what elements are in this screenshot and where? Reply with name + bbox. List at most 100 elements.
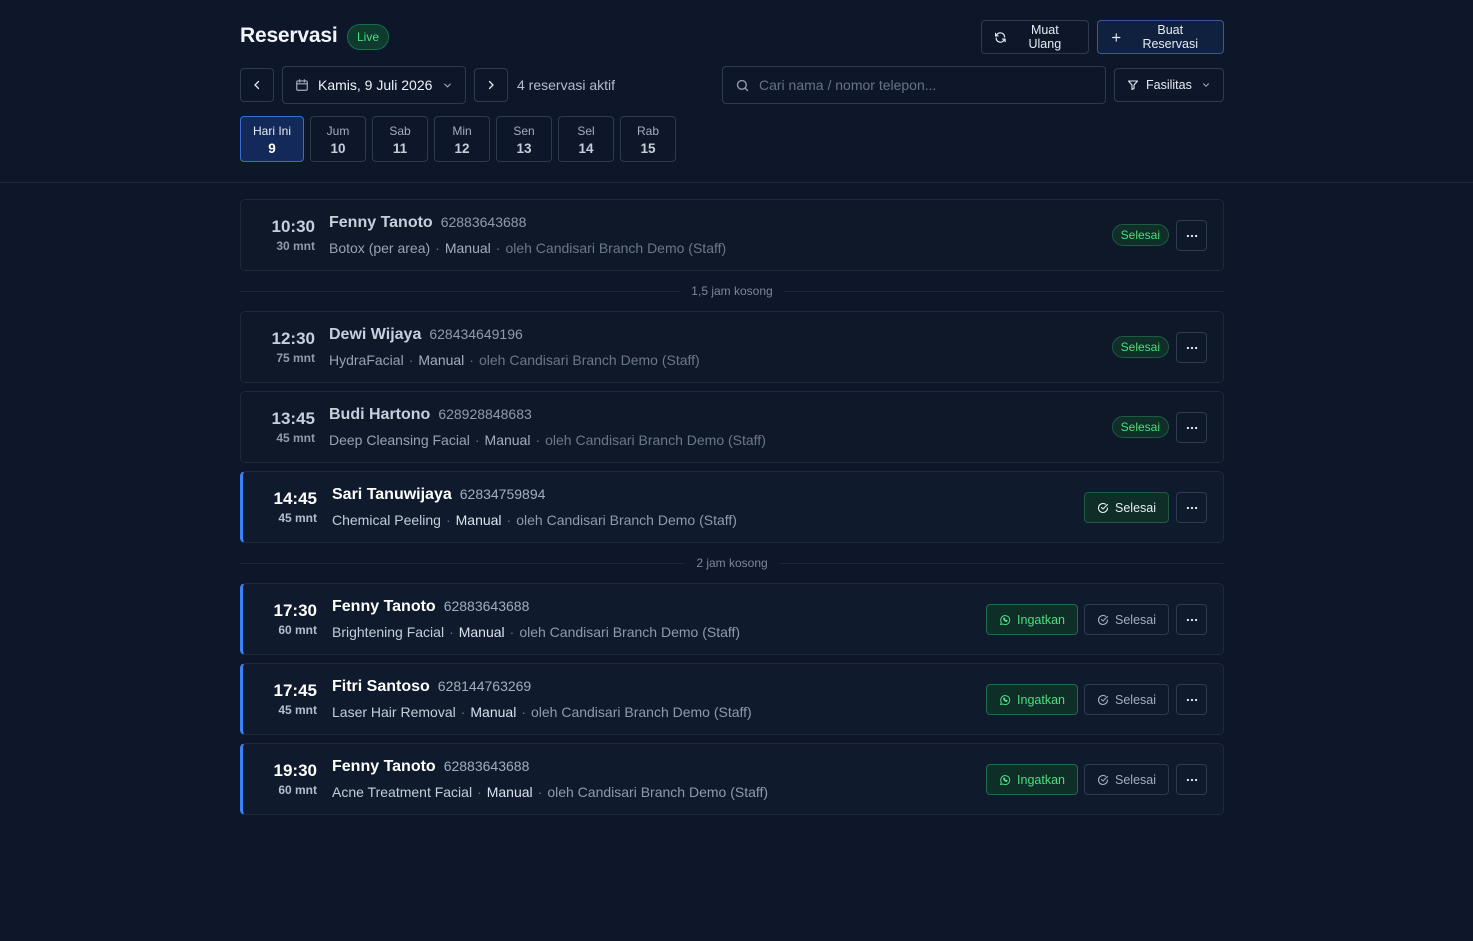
booking-source: Manual <box>486 784 533 800</box>
customer-name-text: Fenny Tanoto <box>332 598 436 615</box>
status-badge: Selesai <box>1111 416 1169 438</box>
remind-button[interactable]: Ingatkan <box>986 764 1078 795</box>
more-horizontal-icon <box>1186 234 1197 237</box>
reservation-card[interactable]: 13:45 45 mnt Budi Hartono 628928848683 De… <box>240 391 1224 463</box>
more-options-button[interactable] <box>1176 604 1207 635</box>
customer-phone: 62883643688 <box>440 214 527 230</box>
facility-label: Fasilitas <box>1146 78 1192 92</box>
remind-label: Ingatkan <box>1017 612 1065 627</box>
reservation-card[interactable]: 10:30 30 mnt Fenny Tanoto 62883643688 Bot… <box>240 199 1224 271</box>
mark-done-label: Selesai <box>1115 500 1156 515</box>
date-label: Kamis, 9 Juli 2026 <box>318 77 433 93</box>
mark-done-label: Selesai <box>1115 772 1156 787</box>
customer-name-text: Fenny Tanoto <box>329 214 433 231</box>
status-badge: Selesai <box>1111 336 1169 358</box>
separator: · <box>506 512 512 528</box>
check-circle-icon <box>1097 774 1109 785</box>
customer-name: Sari Tanuwijaya 62834759894 <box>332 486 545 504</box>
remind-label: Ingatkan <box>1017 692 1065 707</box>
reservation-card[interactable]: 17:45 45 mnt Fitri Santoso 628144763269 L… <box>240 663 1224 735</box>
customer-name: Fitri Santoso 628144763269 <box>332 678 531 696</box>
day-tab[interactable]: Min 12 <box>434 116 490 162</box>
chevron-right-icon <box>488 80 494 90</box>
create-reservation-label: Buat Reservasi <box>1142 23 1199 51</box>
remind-button[interactable]: Ingatkan <box>986 684 1078 715</box>
customer-name-text: Budi Hartono <box>329 406 431 423</box>
mark-done-button[interactable]: Selesai <box>1084 604 1169 635</box>
reservation-duration: 75 mnt <box>276 351 315 365</box>
plus-icon <box>1112 32 1121 42</box>
day-tab[interactable]: Rab 15 <box>620 116 676 162</box>
reservation-details: Deep Cleansing Facial · Manual · oleh Candis… <box>329 432 766 448</box>
day-tab-number: 15 <box>640 141 656 156</box>
create-reservation-button[interactable]: Buat Reservasi <box>1097 20 1224 54</box>
mark-done-button[interactable]: Selesai <box>1084 764 1169 795</box>
day-tab-number: 10 <box>330 141 346 156</box>
reservation-time: 10:30 <box>271 217 315 236</box>
more-horizontal-icon <box>1186 618 1197 621</box>
reservation-card[interactable]: 19:30 60 mnt Fenny Tanoto 62883643688 Acn… <box>240 743 1224 815</box>
more-options-button[interactable] <box>1176 332 1207 363</box>
day-tab-name: Min <box>452 124 472 138</box>
service-name: Brightening Facial <box>332 624 445 640</box>
more-options-button[interactable] <box>1176 220 1207 251</box>
reservation-details: Botox (per area) · Manual · oleh Candisari B… <box>329 240 726 256</box>
more-options-button[interactable] <box>1176 764 1207 795</box>
more-options-button[interactable] <box>1176 684 1207 715</box>
customer-phone: 62883643688 <box>443 758 530 774</box>
active-count: 4 reservasi aktif <box>517 77 616 93</box>
reservation-time: 17:45 <box>273 681 317 700</box>
day-tab-name: Jum <box>326 124 350 138</box>
customer-name-text: Fitri Santoso <box>332 678 430 695</box>
chevron-left-icon <box>254 80 260 90</box>
mark-done-button[interactable]: Selesai <box>1084 684 1169 715</box>
remind-button[interactable]: Ingatkan <box>986 604 1078 635</box>
customer-phone: 628434649196 <box>429 326 523 342</box>
more-options-button[interactable] <box>1176 412 1207 443</box>
service-name: Acne Treatment Facial <box>332 784 473 800</box>
free-time-label: 2 jam kosong <box>684 556 780 570</box>
customer-name-text: Fenny Tanoto <box>332 758 436 775</box>
reservation-time: 19:30 <box>273 761 317 780</box>
customer-name-text: Dewi Wijaya <box>329 326 422 343</box>
day-tab-today[interactable]: Hari Ini 9 <box>240 116 304 162</box>
search-box[interactable] <box>722 66 1106 104</box>
reload-button[interactable]: Muat Ulang <box>981 20 1089 54</box>
mark-done-label: Selesai <box>1115 692 1156 707</box>
customer-name-text: Sari Tanuwijaya <box>332 486 452 503</box>
next-day-button[interactable] <box>474 68 508 102</box>
filter-icon <box>1127 80 1139 91</box>
date-picker[interactable]: Kamis, 9 Juli 2026 <box>282 66 466 104</box>
more-horizontal-icon <box>1186 698 1197 701</box>
prev-day-button[interactable] <box>240 68 274 102</box>
day-tab[interactable]: Jum 10 <box>310 116 366 162</box>
separator: · <box>495 240 501 256</box>
separator: · <box>537 784 543 800</box>
day-tab[interactable]: Sel 14 <box>558 116 614 162</box>
more-options-button[interactable] <box>1176 492 1207 523</box>
separator: · <box>474 432 480 448</box>
customer-phone: 628928848683 <box>438 406 532 422</box>
reservation-time: 14:45 <box>273 489 317 508</box>
refresh-icon <box>995 31 1006 43</box>
reservation-card[interactable]: 14:45 45 mnt Sari Tanuwijaya 62834759894 … <box>240 471 1224 543</box>
created-by: oleh Candisari Branch Demo (Staff) <box>530 704 752 720</box>
search-input[interactable] <box>759 77 1089 93</box>
service-name: HydraFacial <box>329 352 404 368</box>
reservation-card[interactable]: 12:30 75 mnt Dewi Wijaya 628434649196 Hyd… <box>240 311 1224 383</box>
separator: · <box>535 432 541 448</box>
separator: · <box>460 704 466 720</box>
reservation-time: 12:30 <box>271 329 315 348</box>
created-by: oleh Candisari Branch Demo (Staff) <box>516 512 737 528</box>
customer-name: Fenny Tanoto 62883643688 <box>332 758 529 776</box>
page-header: Reservasi Live Muat Ulang Buat Reservasi… <box>0 0 1473 183</box>
day-tab[interactable]: Sen 13 <box>496 116 552 162</box>
facility-filter-button[interactable]: Fasilitas <box>1114 68 1224 102</box>
reservation-card[interactable]: 17:30 60 mnt Fenny Tanoto 62883643688 Bri… <box>240 583 1224 655</box>
mark-done-button[interactable]: Selesai <box>1084 492 1169 523</box>
day-tab[interactable]: Sab 11 <box>372 116 428 162</box>
day-tab-number: 9 <box>268 141 276 156</box>
remind-label: Ingatkan <box>1017 772 1065 787</box>
free-time-divider: 1,5 jam kosong <box>240 284 1224 298</box>
reservation-time: 17:30 <box>273 601 317 620</box>
